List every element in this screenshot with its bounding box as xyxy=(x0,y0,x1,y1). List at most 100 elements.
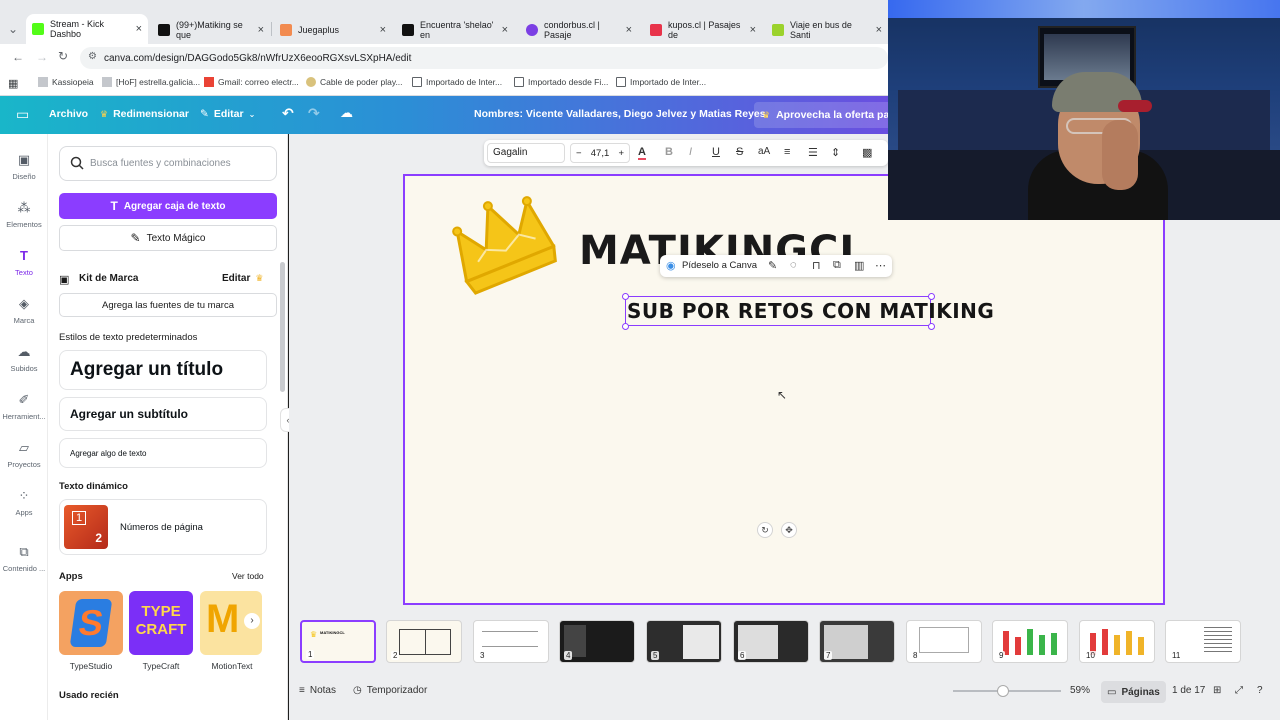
bookmark-folder[interactable]: Importado de Inter... xyxy=(616,77,706,87)
crown-graphic[interactable] xyxy=(447,194,567,302)
page-thumbnail[interactable]: 4 xyxy=(559,620,635,663)
bookmark-folder[interactable]: Importado desde Fi... xyxy=(514,77,608,87)
close-icon[interactable]: × xyxy=(626,24,632,36)
underline-icon[interactable]: U xyxy=(712,146,720,158)
strikethrough-icon[interactable]: S xyxy=(736,146,743,158)
add-heading-card[interactable]: Agregar un título xyxy=(59,350,267,390)
page-thumbnail[interactable]: ♛ MATIKINGCL 1 xyxy=(300,620,376,663)
rail-brand[interactable]: ◈ Marca xyxy=(0,296,48,325)
tab-juegaplus[interactable]: Juegaplus × xyxy=(274,18,392,42)
lock-icon[interactable]: ⊓ xyxy=(812,259,821,272)
align-icon[interactable]: ≡ xyxy=(784,146,790,158)
pages-button[interactable]: ▭ Páginas xyxy=(1101,681,1166,703)
add-brand-fonts-button[interactable]: Agrega las fuentes de tu marca xyxy=(59,293,277,317)
tab-tiktok-search[interactable]: Encuentra 'shelao' en × xyxy=(396,18,514,42)
tab-kick[interactable]: Stream - Kick Dashbo × xyxy=(26,14,148,44)
zoom-slider[interactable] xyxy=(953,685,1061,697)
transparency-icon[interactable]: ▩ xyxy=(862,146,872,159)
letter-case-icon[interactable]: aA xyxy=(758,146,770,157)
forward-icon[interactable]: → xyxy=(36,50,48,64)
rail-text[interactable]: T Texto xyxy=(0,248,48,277)
duplicate-icon[interactable]: ⧉ xyxy=(833,259,841,272)
page-thumbnail[interactable]: 9 xyxy=(992,620,1068,663)
ask-canva-button[interactable]: Pídeselo a Canva xyxy=(682,260,757,271)
resize-handle[interactable] xyxy=(928,323,935,330)
grid-view-icon[interactable]: ⊞ xyxy=(1213,685,1221,696)
bookmark-item[interactable]: Kassiopeia xyxy=(38,77,94,87)
help-icon[interactable]: ? xyxy=(1257,685,1263,696)
design-title[interactable]: Nombres: Vicente Valladares, Diego Jelve… xyxy=(474,108,769,120)
font-search-input[interactable]: Busca fuentes y combinaciones xyxy=(59,146,277,181)
brand-kit-edit-button[interactable]: Editar ♛ xyxy=(222,273,263,284)
app-typestudio[interactable]: S xyxy=(59,591,123,655)
page-thumbnail[interactable]: 11 xyxy=(1165,620,1241,663)
page-thumbnail[interactable]: 8 xyxy=(906,620,982,663)
bookmark-folder[interactable]: Importado de Inter... xyxy=(412,77,502,87)
font-size-control[interactable]: − 47,1 + xyxy=(570,143,630,163)
rail-design[interactable]: ▣ Diseño xyxy=(0,152,48,181)
site-info-icon[interactable]: ⚙ xyxy=(88,51,97,62)
next-arrow-icon[interactable]: › xyxy=(244,613,260,629)
increase-size-icon[interactable]: + xyxy=(618,148,624,159)
magic-edit-icon[interactable]: ✎ xyxy=(768,259,777,272)
bold-icon[interactable]: B xyxy=(665,146,673,158)
close-icon[interactable]: × xyxy=(136,23,142,35)
bookmark-item[interactable]: Cable de poder play... xyxy=(306,77,403,87)
more-icon[interactable]: ⋯ xyxy=(875,259,886,272)
trash-icon[interactable]: ▥ xyxy=(854,259,864,272)
close-icon[interactable]: × xyxy=(258,24,264,36)
tab-search-icon[interactable]: ⌄ xyxy=(8,22,18,36)
page-thumbnail[interactable]: 3 xyxy=(473,620,549,663)
rail-content[interactable]: ⧉ Contenido ... xyxy=(0,544,48,573)
page-numbers-card[interactable]: 1 2 Números de página xyxy=(59,499,267,555)
app-motiontext[interactable]: M › xyxy=(200,591,262,655)
decrease-size-icon[interactable]: − xyxy=(576,148,582,159)
spacing-icon[interactable]: ⇕ xyxy=(831,146,840,159)
move-icon[interactable]: ✥ xyxy=(781,522,797,538)
rotate-icon[interactable]: ↻ xyxy=(757,522,773,538)
selected-text-element[interactable]: SUB POR RETOS CON MATIKING xyxy=(627,299,994,323)
resize-button[interactable]: ♛ Redimensionar xyxy=(100,108,189,120)
file-menu[interactable]: Archivo xyxy=(49,108,88,120)
undo-icon[interactable]: ↶ xyxy=(282,105,294,122)
resize-handle[interactable] xyxy=(622,323,629,330)
notes-button[interactable]: ≡ Notas xyxy=(299,685,336,696)
rail-projects[interactable]: ▱ Proyectos xyxy=(0,440,48,469)
rail-tools[interactable]: ✐ Herramient... xyxy=(0,392,48,421)
page-thumbnail[interactable]: 6 xyxy=(733,620,809,663)
app-typecraft[interactable]: TYPE CRAFT xyxy=(129,591,193,655)
fullscreen-icon[interactable]: ⤢ xyxy=(1235,685,1243,696)
rail-apps[interactable]: ⁘ Apps xyxy=(0,488,48,517)
add-textbox-button[interactable]: T Agregar caja de texto xyxy=(59,193,277,219)
page-thumbnail[interactable]: 2 xyxy=(386,620,462,663)
tab-viaje[interactable]: Viaje en bus de Santi × xyxy=(766,18,888,42)
page-thumbnail[interactable]: 5 xyxy=(646,620,722,663)
cloud-save-icon[interactable]: ☁ xyxy=(340,105,353,121)
text-color-icon[interactable]: A xyxy=(638,146,646,160)
resize-handle[interactable] xyxy=(928,293,935,300)
font-family-select[interactable]: Gagalin xyxy=(487,143,565,163)
tab-matiking[interactable]: (99+)Matiking se que × xyxy=(152,18,270,42)
rail-uploads[interactable]: ☁ Subidos xyxy=(0,344,48,373)
page-thumbnail[interactable]: 10 xyxy=(1079,620,1155,663)
add-body-card[interactable]: Agregar algo de texto xyxy=(59,438,267,468)
upgrade-offer-button[interactable]: ♛ Aprovecha la oferta para xyxy=(754,102,888,128)
list-icon[interactable]: ☰ xyxy=(808,146,818,159)
back-icon[interactable]: ← xyxy=(12,50,24,64)
tab-kupos[interactable]: kupos.cl | Pasajes de × xyxy=(644,18,762,42)
reload-icon[interactable]: ↻ xyxy=(58,49,68,63)
add-subheading-card[interactable]: Agregar un subtítulo xyxy=(59,397,267,431)
close-icon[interactable]: × xyxy=(750,24,756,36)
bookmark-item[interactable]: Gmail: correo electr... xyxy=(204,77,299,87)
italic-icon[interactable]: I xyxy=(689,146,692,158)
bookmark-item[interactable]: [HoF] estrella.galicia... xyxy=(102,77,200,87)
menu-icon[interactable]: ▭ xyxy=(16,106,29,123)
resize-handle[interactable] xyxy=(622,293,629,300)
timer-button[interactable]: ◷ Temporizador xyxy=(353,685,427,696)
close-icon[interactable]: × xyxy=(876,24,882,36)
see-all-link[interactable]: Ver todo xyxy=(232,571,264,581)
design-page[interactable]: MATIKINGCL SUB POR RETOS CON MATIKING ↻ … xyxy=(403,174,1165,605)
zoom-level[interactable]: 59% xyxy=(1070,685,1090,696)
page-thumbnail[interactable]: 7 xyxy=(819,620,895,663)
close-icon[interactable]: × xyxy=(502,24,508,36)
